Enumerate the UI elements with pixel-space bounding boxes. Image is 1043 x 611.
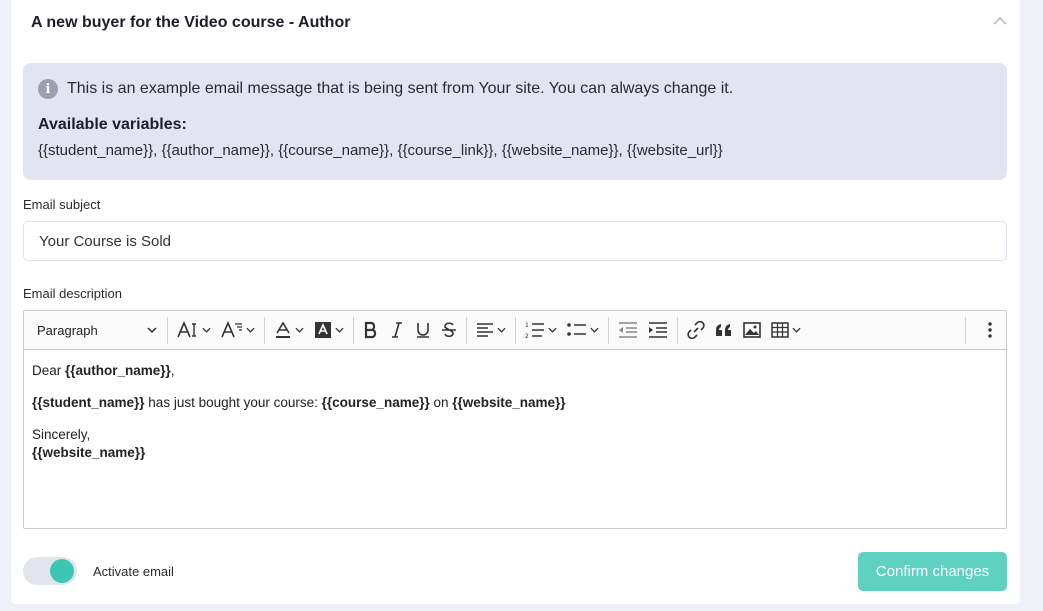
more-vertical-icon	[988, 322, 992, 338]
editor-content[interactable]: Dear {{author_name}}, {{student_name}} h…	[24, 350, 1006, 488]
numbered-list-button[interactable]: 12	[520, 315, 562, 345]
chevron-down-icon	[246, 327, 255, 333]
editor-paragraph: Sincerely, {{website_name}}	[32, 427, 146, 460]
rich-text-editor: Paragraph 1 2 Dear {{author_name}}, {{st…	[23, 310, 1007, 529]
more-options-button[interactable]	[982, 315, 998, 345]
email-subject-label: Email subject	[23, 197, 101, 212]
insert-table-button[interactable]	[766, 315, 806, 345]
link-icon	[687, 321, 705, 339]
chevron-down-icon	[202, 327, 211, 333]
chevron-down-icon	[295, 327, 304, 333]
font-color-button[interactable]	[269, 315, 309, 345]
font-family-icon	[221, 321, 242, 338]
confirm-changes-button[interactable]: Confirm changes	[858, 552, 1007, 591]
chevron-down-icon	[497, 327, 506, 333]
svg-text:1: 1	[525, 322, 529, 329]
link-button[interactable]	[682, 315, 710, 345]
chevron-down-icon	[590, 327, 599, 333]
email-description-label: Email description	[23, 286, 122, 301]
paragraph-format-label: Paragraph	[37, 322, 98, 338]
background-color-button[interactable]	[309, 315, 349, 345]
font-size-icon	[177, 321, 196, 338]
info-message: This is an example email message that is…	[67, 80, 734, 97]
indent-button[interactable]	[643, 315, 673, 345]
toolbar-separator	[466, 316, 467, 344]
collapse-button[interactable]	[990, 12, 1010, 28]
info-box: i This is an example email message that …	[23, 63, 1007, 180]
toolbar-separator	[515, 316, 516, 344]
card-title: A new buyer for the Video course - Autho…	[31, 14, 351, 31]
chevron-up-icon	[993, 16, 1007, 25]
strikethrough-button[interactable]	[436, 315, 462, 345]
toolbar-separator	[264, 316, 265, 344]
align-left-icon	[477, 323, 493, 337]
text-align-button[interactable]	[471, 315, 511, 345]
email-subject-input[interactable]	[23, 221, 1007, 261]
outdent-icon	[619, 322, 637, 338]
table-icon	[771, 322, 789, 338]
editor-paragraph: {{student_name}} has just bought your co…	[32, 395, 566, 410]
bold-icon	[364, 321, 377, 339]
blockquote-button[interactable]	[710, 315, 738, 345]
bulleted-list-button[interactable]	[562, 315, 604, 345]
strikethrough-icon	[442, 322, 456, 338]
toolbar-separator	[353, 316, 354, 344]
editor-paragraph: Dear {{author_name}},	[32, 363, 175, 378]
info-icon: i	[38, 79, 58, 99]
editor-toolbar: Paragraph 1 2	[24, 311, 1006, 350]
chevron-down-icon	[335, 327, 344, 333]
chevron-down-icon	[147, 327, 157, 333]
chevron-down-icon	[792, 327, 801, 333]
variables-title: Available variables:	[38, 116, 187, 133]
quote-icon	[716, 324, 731, 336]
indent-icon	[649, 322, 667, 338]
font-size-button[interactable]	[172, 315, 216, 345]
chevron-down-icon	[548, 327, 557, 333]
font-family-button[interactable]	[216, 315, 260, 345]
image-icon	[743, 322, 761, 338]
variables-list: {{student_name}}, {{author_name}}, {{cou…	[38, 142, 723, 159]
underline-button[interactable]	[410, 315, 436, 345]
insert-image-button[interactable]	[738, 315, 766, 345]
outdent-button[interactable]	[613, 315, 643, 345]
email-template-card: A new buyer for the Video course - Autho…	[11, 0, 1020, 604]
toolbar-separator	[965, 316, 966, 344]
italic-icon	[392, 322, 402, 338]
toolbar-separator	[167, 316, 168, 344]
bold-button[interactable]	[358, 315, 384, 345]
font-color-icon	[276, 321, 290, 338]
bulleted-list-icon	[567, 323, 586, 336]
activate-email-label: Activate email	[93, 564, 174, 579]
italic-button[interactable]	[384, 315, 410, 345]
toolbar-separator	[677, 316, 678, 344]
toolbar-separator	[608, 316, 609, 344]
paragraph-format-select[interactable]: Paragraph	[28, 315, 163, 345]
svg-text:2: 2	[525, 333, 529, 339]
numbered-list-icon: 12	[525, 322, 544, 339]
toggle-knob	[50, 559, 74, 583]
activate-email-toggle[interactable]	[23, 557, 77, 585]
underline-icon	[417, 323, 429, 338]
background-color-icon	[315, 322, 331, 338]
